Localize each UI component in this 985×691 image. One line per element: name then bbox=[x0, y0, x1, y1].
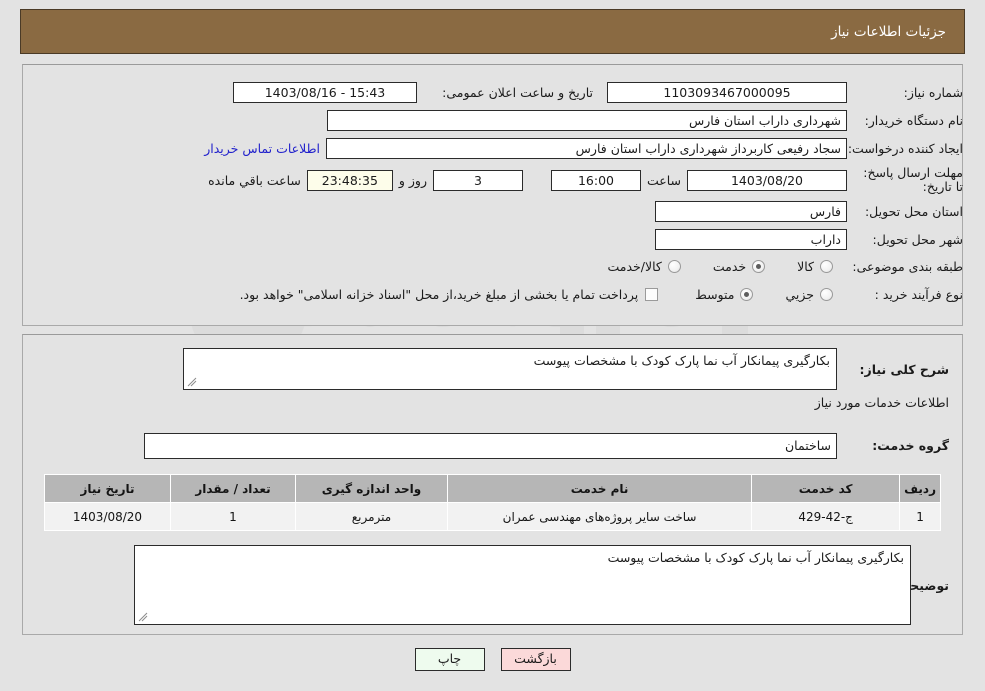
th-service-code: کد خدمت bbox=[751, 474, 901, 503]
cell-unit: مترمربع bbox=[295, 502, 448, 531]
cell-quantity: 1 bbox=[170, 502, 296, 531]
th-need-date: تاریخ نیاز bbox=[44, 474, 171, 503]
city-value: داراب bbox=[655, 229, 847, 250]
buyer-notes-value: بکارگیری پیمانکار آب نما پارک کودک با مش… bbox=[607, 550, 904, 565]
treasury-note-text: پرداخت تمام یا بخشی از مبلغ خرید،از محل … bbox=[239, 287, 639, 302]
cell-row-no: 1 bbox=[899, 502, 941, 531]
treasury-note-group[interactable]: پرداخت تمام یا بخشی از مبلغ خرید،از محل … bbox=[238, 287, 664, 302]
general-description-label: شرح کلی نیاز: bbox=[859, 362, 949, 377]
buyer-org-row: نام دستگاه خریدار: شهرداری داراب استان ف… bbox=[327, 110, 963, 131]
resize-grip-icon-2[interactable] bbox=[137, 611, 149, 623]
countdown-value: 23:48:35 bbox=[306, 169, 393, 191]
creator-value: سجاد رفیعی کاربرداز شهرداری داراب استان … bbox=[326, 138, 847, 159]
service-group-value: ساختمان bbox=[144, 433, 837, 459]
buyer-org-value: شهرداری داراب استان فارس bbox=[327, 110, 847, 131]
province-row: استان محل تحویل: فارس bbox=[655, 201, 963, 222]
general-description-value: بکارگیری پیمانکار آب نما پارک کودک با مش… bbox=[533, 353, 830, 368]
category-option-label-2: کالا/خدمت bbox=[607, 259, 662, 274]
deadline-time-value: 16:00 bbox=[550, 169, 641, 191]
radio-jozyi-icon[interactable] bbox=[820, 288, 833, 301]
countdown-label: ساعت باقي مانده bbox=[208, 172, 301, 188]
radio-motavaset-icon[interactable] bbox=[740, 288, 754, 301]
category-option-label-1: خدمت bbox=[712, 259, 747, 274]
process-option-label-1: متوسط bbox=[695, 287, 735, 302]
category-row: طبقه بندی موضوعی: کالا خدمت کالا/خدمت bbox=[605, 259, 963, 274]
announce-datetime-value: 15:43 - 1403/08/16 bbox=[233, 82, 417, 103]
announce-datetime-row: تاریخ و ساعت اعلان عمومی: 15:43 - 1403/0… bbox=[233, 82, 593, 103]
page-header: جزئیات اطلاعات نیاز bbox=[20, 9, 965, 54]
hour-label: ساعت bbox=[646, 172, 681, 188]
process-label: نوع فرآیند خرید : bbox=[874, 287, 963, 302]
category-option-kala[interactable]: کالا bbox=[795, 259, 837, 274]
buyer-org-label: نام دستگاه خریدار: bbox=[864, 113, 963, 128]
province-value: فارس bbox=[655, 201, 847, 222]
category-option-khedmat[interactable]: خدمت bbox=[711, 259, 769, 274]
th-quantity: تعداد / مقدار bbox=[170, 474, 296, 503]
creator-row: ایجاد کننده درخواست: سجاد رفیعی کاربرداز… bbox=[198, 138, 963, 159]
cell-service-code: ج-42-429 bbox=[751, 502, 901, 531]
process-row: نوع فرآیند خرید : جزیي متوسط پرداخت تمام… bbox=[238, 287, 963, 302]
deadline-date-value: 1403/08/20 bbox=[687, 169, 847, 191]
announce-datetime-label: تاریخ و ساعت اعلان عمومی: bbox=[442, 85, 593, 100]
category-option-label-0: کالا bbox=[797, 259, 814, 274]
print-button[interactable]: چاپ bbox=[414, 648, 485, 671]
process-option-label-0: جزیي bbox=[785, 287, 814, 302]
need-number-value: 1103093467000095 bbox=[607, 82, 847, 103]
city-row: شهر محل تحویل: داراب bbox=[655, 229, 963, 250]
deadline-row: مهلت ارسال پاسخ: تا تاریخ: 1403/08/20 سا… bbox=[202, 166, 963, 194]
services-table: ردیف کد خدمت نام خدمت واحد اندازه گیری ت… bbox=[44, 474, 941, 531]
general-description-textarea[interactable]: بکارگیری پیمانکار آب نما پارک کودک با مش… bbox=[183, 348, 837, 390]
process-option-jozyi[interactable]: جزیي bbox=[783, 287, 837, 302]
need-number-label: شماره نیاز: bbox=[903, 85, 963, 100]
service-group-label: گروه خدمت: bbox=[872, 438, 949, 453]
cell-need-date: 1403/08/20 bbox=[44, 502, 171, 531]
category-option-kala-khedmat[interactable]: کالا/خدمت bbox=[605, 259, 684, 274]
return-button[interactable]: بازگشت bbox=[500, 648, 571, 671]
process-option-motavaset[interactable]: متوسط bbox=[693, 287, 757, 302]
table-header-row: ردیف کد خدمت نام خدمت واحد اندازه گیری ت… bbox=[44, 474, 941, 503]
buyer-contact-link[interactable]: اطلاعات تماس خریدار bbox=[198, 141, 326, 156]
treasury-checkbox-icon[interactable] bbox=[645, 288, 659, 301]
category-label: طبقه بندی موضوعی: bbox=[852, 259, 963, 274]
radio-kala-khedmat-icon[interactable] bbox=[667, 260, 681, 273]
th-unit: واحد اندازه گیری bbox=[295, 474, 448, 503]
radio-khedmat-icon[interactable] bbox=[752, 260, 766, 273]
city-label: شهر محل تحویل: bbox=[872, 232, 963, 247]
days-left-value: 3 bbox=[432, 169, 523, 191]
days-label: روز و bbox=[398, 172, 427, 188]
cell-service-name: ساخت سایر پروژه‌های مهندسی عمران bbox=[446, 502, 753, 531]
table-row: 1 ج-42-429 ساخت سایر پروژه‌های مهندسی عم… bbox=[44, 502, 941, 531]
creator-label: ایجاد کننده درخواست: bbox=[847, 141, 963, 156]
page-title: جزئیات اطلاعات نیاز bbox=[831, 23, 946, 40]
services-section-title: اطلاعات خدمات مورد نیاز bbox=[814, 395, 949, 410]
deadline-label: مهلت ارسال پاسخ: تا تاریخ: bbox=[863, 165, 963, 194]
need-number-row: شماره نیاز: 1103093467000095 bbox=[607, 82, 963, 103]
radio-kala-icon[interactable] bbox=[820, 260, 833, 273]
action-button-bar: بازگشت چاپ bbox=[0, 648, 985, 671]
th-row-no: ردیف bbox=[899, 474, 941, 503]
province-label: استان محل تحویل: bbox=[864, 204, 963, 219]
th-service-name: نام خدمت bbox=[446, 474, 753, 503]
buyer-notes-textarea[interactable]: بکارگیری پیمانکار آب نما پارک کودک با مش… bbox=[134, 545, 911, 625]
resize-grip-icon[interactable] bbox=[186, 376, 198, 388]
